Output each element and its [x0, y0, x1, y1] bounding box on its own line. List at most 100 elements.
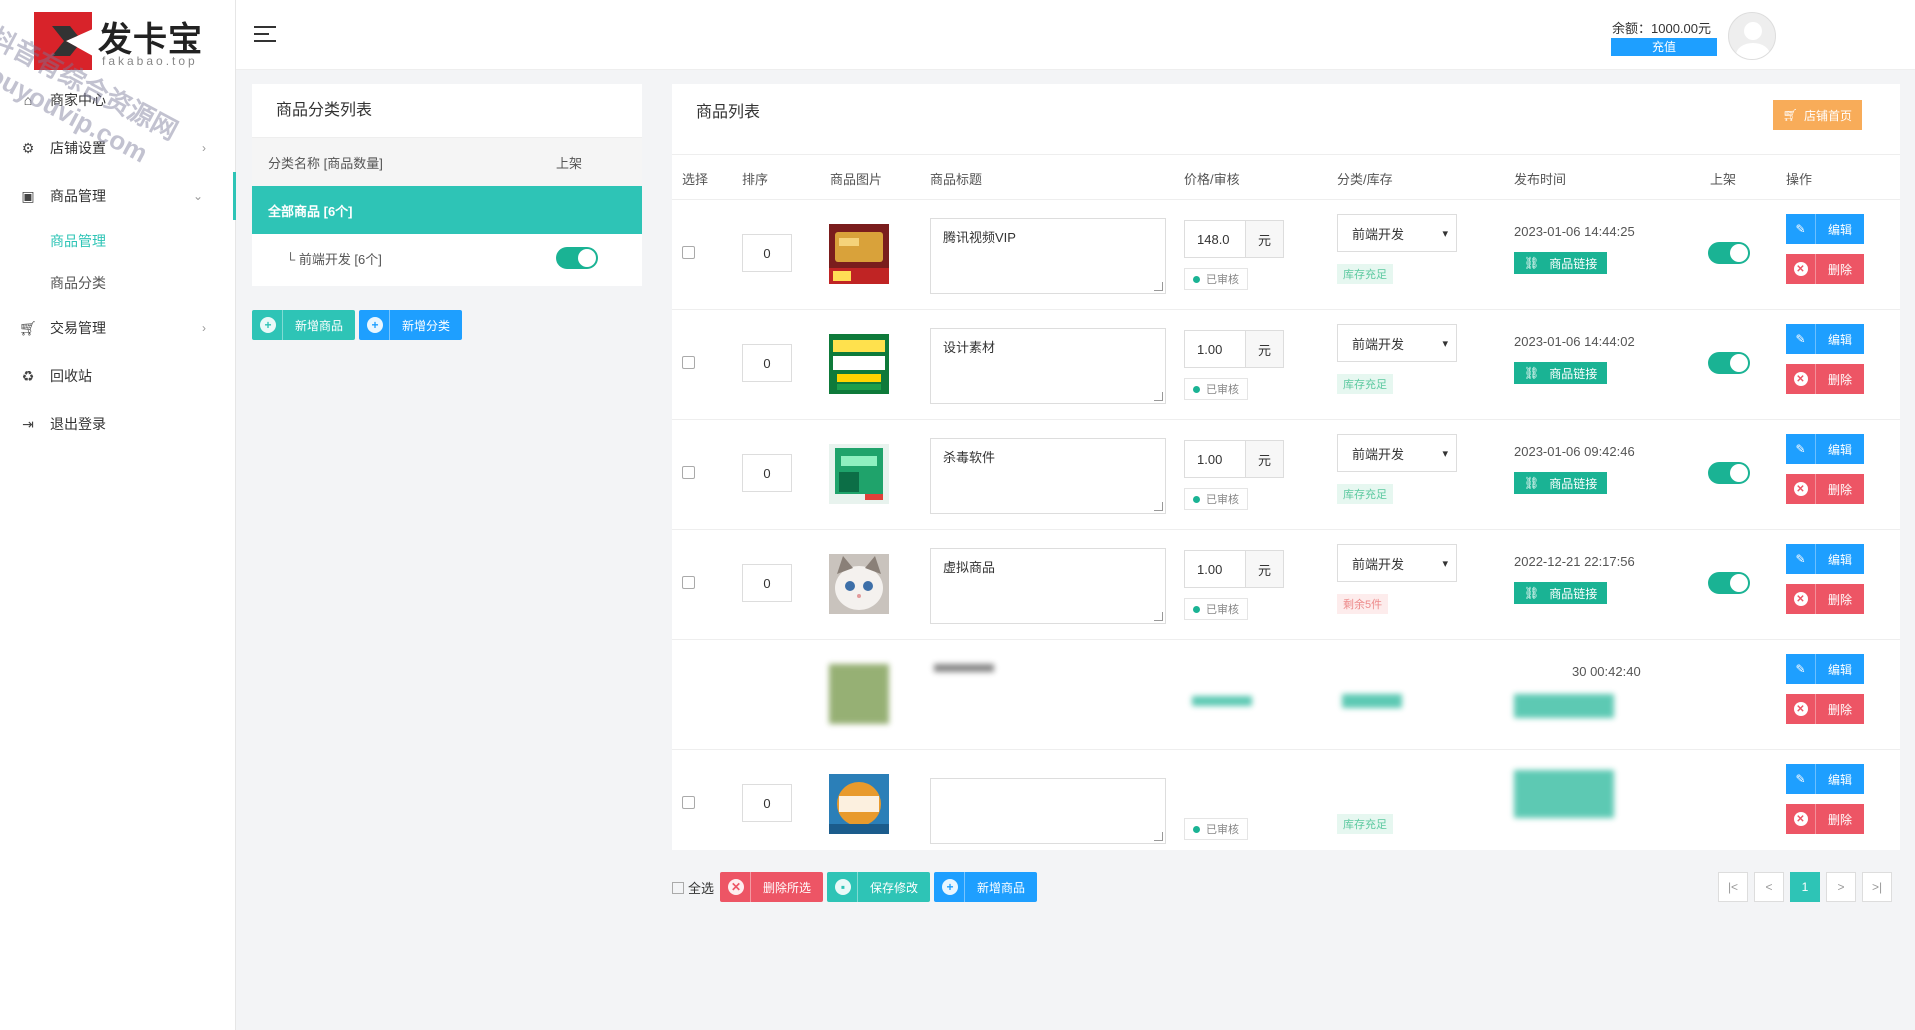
row-checkbox[interactable]: [682, 246, 695, 259]
brand-domain: fakabao.top: [102, 54, 198, 68]
sidebar-item-shop-settings[interactable]: ⚙ 店铺设置 ›: [0, 124, 236, 172]
publish-time: 2022-12-21 22:17:56: [1514, 554, 1635, 569]
sidebar-item-merchant-center[interactable]: ⌂ 商家中心: [0, 76, 236, 124]
select-all-label: 全选: [688, 881, 715, 896]
category-online-toggle[interactable]: [556, 247, 598, 269]
pencil-icon: ✎: [1786, 654, 1816, 684]
audit-label: 已审核: [1206, 824, 1239, 836]
avatar[interactable]: [1728, 12, 1776, 60]
edit-button[interactable]: ✎ 编辑: [1786, 654, 1864, 684]
button-label: 删除: [1827, 812, 1852, 827]
category-row-frontend[interactable]: └ 前端开发 [6个]: [252, 234, 642, 282]
delete-button[interactable]: ✕ 删除: [1786, 584, 1864, 614]
close-circle-icon: ✕: [1786, 584, 1816, 614]
delete-button[interactable]: ✕ 删除: [1786, 364, 1864, 394]
sidebar-item-trades[interactable]: 🛒︎ 交易管理 ›: [0, 304, 236, 352]
select-all-checkbox[interactable]: 全选: [672, 878, 714, 897]
sort-input[interactable]: 0: [742, 784, 792, 822]
title-input[interactable]: 虚拟商品: [930, 548, 1166, 624]
price-input[interactable]: 1.00 元: [1184, 330, 1284, 368]
button-label: 编辑: [1827, 332, 1852, 347]
edit-button[interactable]: ✎ 编辑: [1786, 434, 1864, 464]
sort-input[interactable]: 0: [742, 454, 792, 492]
shop-home-button[interactable]: 🛒︎ 店铺首页: [1772, 100, 1862, 130]
page-prev[interactable]: <: [1754, 872, 1784, 902]
product-image: [829, 444, 889, 504]
product-link-button[interactable]: ⛓ 商品链接: [1514, 252, 1608, 274]
delete-button[interactable]: ✕ 删除: [1786, 694, 1864, 724]
product-image: [829, 334, 889, 394]
edit-button[interactable]: ✎ 编辑: [1786, 324, 1864, 354]
add-goods-button[interactable]: + 新增商品: [934, 872, 1038, 902]
sidebar: 发卡宝 fakabao.top ⌂ 商家中心 ⚙ 店铺设置 › ▣ 商品管理 ⌄…: [0, 0, 236, 1030]
price-unit: 元: [1245, 551, 1283, 587]
product-link-button[interactable]: ⛓ 商品链接: [1514, 472, 1608, 494]
title-input[interactable]: [930, 778, 1166, 844]
sidebar-item-logout[interactable]: ⇥ 退出登录: [0, 400, 236, 448]
category-row-all[interactable]: 全部商品 [6个]: [252, 186, 642, 234]
category-select[interactable]: 前端开发: [1337, 214, 1457, 252]
row-checkbox[interactable]: [682, 356, 695, 369]
product-image: [829, 774, 889, 834]
title-input[interactable]: 腾讯视频VIP: [930, 218, 1166, 294]
product-link-button[interactable]: ⛓ 商品链接: [1514, 582, 1608, 604]
link-icon: ⛓: [1524, 476, 1540, 490]
table-row: 30 00:42:40 ✎ 编辑 ✕ 删除: [672, 640, 1900, 750]
balance-text: 余额：1000.00元: [1612, 21, 1711, 36]
save-changes-button[interactable]: ▪ 保存修改: [827, 872, 931, 902]
title-input[interactable]: 设计素材: [930, 328, 1166, 404]
online-toggle[interactable]: [1708, 462, 1750, 484]
sidebar-subitem-categories[interactable]: 商品分类: [0, 262, 236, 304]
sidebar-subitem-goods[interactable]: 商品管理: [0, 220, 236, 262]
plus-icon: +: [367, 317, 384, 333]
delete-button[interactable]: ✕ 删除: [1786, 254, 1864, 284]
sidebar-item-goods[interactable]: ▣ 商品管理 ⌄: [0, 172, 236, 220]
delete-button[interactable]: ✕ 删除: [1786, 804, 1864, 834]
category-panel: 商品分类列表 分类名称 [商品数量] 上架 全部商品 [6个] └ 前端开发 […: [252, 84, 642, 286]
online-toggle[interactable]: [1708, 352, 1750, 374]
menu-toggle-icon[interactable]: [254, 26, 276, 44]
price-value: 1.00: [1197, 341, 1223, 357]
edit-button[interactable]: ✎ 编辑: [1786, 544, 1864, 574]
row-checkbox[interactable]: [682, 576, 695, 589]
plus-icon: +: [942, 879, 959, 895]
table-row: 0 虚拟商品 1.00 元 已审核 前端开发 剩余5件 2022-12-21 2…: [672, 530, 1900, 640]
button-label: 新增商品: [977, 880, 1026, 895]
add-goods-button[interactable]: + 新增商品: [252, 310, 356, 340]
close-circle-icon: ✕: [728, 879, 744, 895]
online-toggle[interactable]: [1708, 572, 1750, 594]
sidebar-nav: ⌂ 商家中心 ⚙ 店铺设置 › ▣ 商品管理 ⌄ 商品管理 商品分类 🛒︎ 交易…: [0, 76, 236, 448]
product-link-button[interactable]: ⛓ 商品链接: [1514, 362, 1608, 384]
col-time: 发布时间: [1514, 172, 1567, 187]
category-select[interactable]: 前端开发: [1337, 434, 1457, 472]
delete-button[interactable]: ✕ 删除: [1786, 474, 1864, 504]
publish-time: 2023-01-06 09:42:46: [1514, 444, 1635, 459]
audit-label: 已审核: [1206, 494, 1239, 506]
edit-button[interactable]: ✎ 编辑: [1786, 214, 1864, 244]
price-input[interactable]: 148.0 元: [1184, 220, 1284, 258]
button-label: 店铺首页: [1803, 108, 1852, 123]
category-select[interactable]: 前端开发: [1337, 544, 1457, 582]
online-toggle[interactable]: [1708, 242, 1750, 264]
title-input[interactable]: 杀毒软件: [930, 438, 1166, 514]
page-next[interactable]: >: [1826, 872, 1856, 902]
add-category-button[interactable]: + 新增分类: [359, 310, 463, 340]
row-checkbox[interactable]: [682, 466, 695, 479]
logo[interactable]: 发卡宝 fakabao.top: [28, 8, 228, 70]
page-first[interactable]: |<: [1718, 872, 1748, 902]
recharge-button[interactable]: 充值: [1611, 38, 1717, 56]
sidebar-item-recycle[interactable]: ♻ 回收站: [0, 352, 236, 400]
delete-selected-button[interactable]: ✕ 删除所选: [720, 872, 824, 902]
button-label: 编辑: [1827, 772, 1852, 787]
category-select[interactable]: 前端开发: [1337, 324, 1457, 362]
page-last[interactable]: >|: [1862, 872, 1892, 902]
page-current[interactable]: 1: [1790, 872, 1820, 902]
plus-icon: +: [260, 317, 276, 333]
sort-input[interactable]: 0: [742, 344, 792, 382]
row-checkbox[interactable]: [682, 796, 695, 809]
price-input[interactable]: 1.00 元: [1184, 550, 1284, 588]
sort-input[interactable]: 0: [742, 564, 792, 602]
sort-input[interactable]: 0: [742, 234, 792, 272]
edit-button[interactable]: ✎ 编辑: [1786, 764, 1864, 794]
price-input[interactable]: 1.00 元: [1184, 440, 1284, 478]
